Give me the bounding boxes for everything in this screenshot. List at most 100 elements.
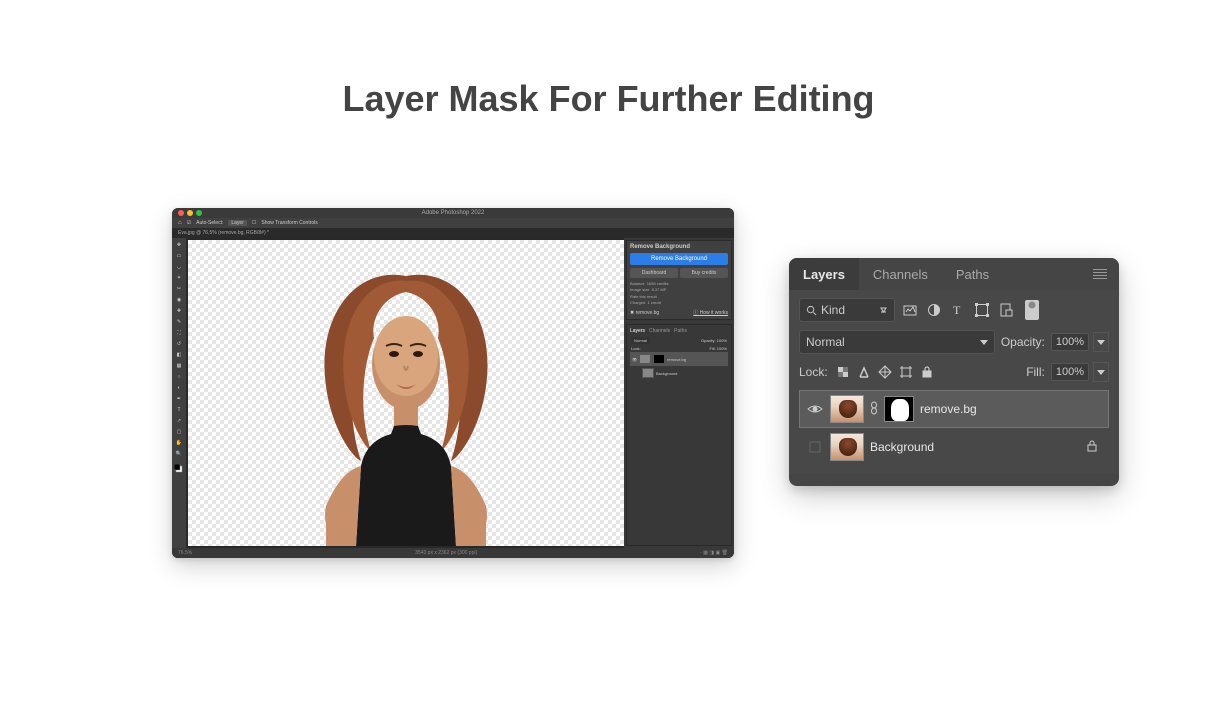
history-brush-tool[interactable]: ↺ — [174, 339, 184, 349]
minimize-button[interactable] — [187, 210, 193, 216]
canvas[interactable] — [188, 240, 624, 546]
blur-tool[interactable]: ○ — [174, 372, 184, 382]
stamp-tool[interactable]: ⛶ — [174, 328, 184, 338]
layers-mini-panel: Layers Channels Paths Normal Opacity: 10… — [626, 324, 732, 546]
close-button[interactable] — [178, 210, 184, 216]
filter-pixel-icon[interactable] — [901, 301, 919, 319]
layer-list: remove.bg Background — [799, 390, 1109, 466]
window-titlebar: Adobe Photoshop 2022 — [172, 208, 734, 218]
filter-type-icon[interactable]: T — [949, 301, 967, 319]
filter-adjustment-icon[interactable] — [925, 301, 943, 319]
visibility-toggle-off[interactable] — [806, 440, 824, 454]
fill-value[interactable]: 100% — [1051, 363, 1089, 381]
mini-blend-mode[interactable]: Normal — [631, 337, 650, 344]
mini-fill[interactable]: Fill: 100% — [709, 346, 727, 351]
subject-image — [266, 246, 546, 546]
zoom-level[interactable]: 76,5% — [178, 550, 192, 556]
layer-thumbnail[interactable] — [830, 395, 864, 423]
hand-tool[interactable]: ✋ — [174, 438, 184, 448]
maximize-button[interactable] — [196, 210, 202, 216]
lock-label: Lock: — [799, 365, 828, 379]
auto-select-dropdown[interactable]: Layer — [228, 220, 247, 226]
heal-tool[interactable]: ✚ — [174, 306, 184, 316]
pen-tool[interactable]: ✒ — [174, 394, 184, 404]
mini-layer-thumb-bg[interactable] — [642, 368, 654, 378]
layer-name[interactable]: remove.bg — [920, 402, 1102, 416]
dodge-tool[interactable]: ◐ — [174, 383, 184, 393]
home-icon[interactable]: ⌂ — [178, 220, 182, 226]
opacity-label: Opacity: — [1001, 335, 1045, 349]
document-tab[interactable]: Eva.jpg @ 76,5% (remove.bg, RGB/8#) * — [178, 230, 269, 236]
mini-tab-channels[interactable]: Channels — [649, 328, 670, 334]
document-dimensions: 3543 px x 2362 px (300 ppi) — [415, 550, 477, 556]
tab-channels[interactable]: Channels — [859, 258, 942, 290]
mini-layer-name-bg[interactable]: Background — [656, 371, 677, 376]
opacity-dropdown-icon[interactable] — [1093, 332, 1109, 352]
balance-label: Balance — [630, 281, 644, 286]
tab-layers[interactable]: Layers — [789, 258, 859, 290]
layer-mask-thumbnail[interactable] — [884, 396, 914, 422]
move-tool[interactable]: ✥ — [174, 240, 184, 250]
canvas-area — [186, 238, 624, 548]
color-swatch[interactable] — [174, 464, 184, 474]
lock-all-icon[interactable] — [918, 363, 936, 381]
dashboard-button[interactable]: Dashboard — [630, 268, 678, 278]
buy-credits-button[interactable]: Buy credits — [680, 268, 728, 278]
eraser-tool[interactable]: ◧ — [174, 350, 184, 360]
brush-tool[interactable]: ✎ — [174, 317, 184, 327]
path-tool[interactable]: ↗ — [174, 416, 184, 426]
lock-image-icon[interactable] — [855, 363, 873, 381]
gradient-tool[interactable]: ▦ — [174, 361, 184, 371]
auto-select-label: Auto-Select: — [196, 220, 223, 226]
layer-item-removebg[interactable]: remove.bg — [799, 390, 1109, 428]
image-size-value: 8.37 MP — [652, 287, 667, 292]
remove-bg-panel: Remove Background Remove Background Dash… — [626, 240, 732, 320]
mini-eye-icon[interactable]: 👁 — [632, 357, 637, 362]
mask-link-icon[interactable] — [870, 401, 878, 418]
mini-tab-paths[interactable]: Paths — [674, 328, 687, 334]
blend-mode-dropdown[interactable]: Normal — [799, 330, 995, 354]
visibility-toggle[interactable] — [806, 403, 824, 415]
shape-tool[interactable]: ▢ — [174, 427, 184, 437]
mini-mask-thumb[interactable] — [653, 354, 665, 364]
tab-paths[interactable]: Paths — [942, 258, 1003, 290]
panel-menu-icon[interactable] — [1089, 265, 1111, 283]
type-tool[interactable]: T — [174, 405, 184, 415]
mini-layer-thumb[interactable] — [639, 354, 651, 364]
crop-tool[interactable]: ✂ — [174, 284, 184, 294]
zoom-tool[interactable]: 🔍 — [174, 449, 184, 459]
filter-shape-icon[interactable] — [973, 301, 991, 319]
wand-tool[interactable]: ✶ — [174, 273, 184, 283]
layer-item-background[interactable]: Background — [799, 428, 1109, 466]
layer-filter-dropdown[interactable]: Kind — [799, 298, 895, 322]
opacity-value[interactable]: 100% — [1051, 333, 1089, 351]
filter-toggle[interactable] — [1025, 300, 1039, 320]
lock-transparency-icon[interactable] — [834, 363, 852, 381]
eyedropper-tool[interactable]: ◉ — [174, 295, 184, 305]
removebg-logo: ✖ remove.bg — [630, 310, 659, 316]
status-icons: ◦ ▦ ◨ ▣ 🗑 — [700, 550, 728, 556]
mini-opacity[interactable]: Opacity: 100% — [701, 338, 727, 343]
show-transform-checkbox[interactable]: ☐ — [252, 220, 256, 226]
how-it-works-link[interactable]: ⓘ How it works — [693, 309, 728, 316]
filter-smart-icon[interactable] — [997, 301, 1015, 319]
fill-label: Fill: — [1026, 365, 1045, 379]
lasso-tool[interactable]: ◡ — [174, 262, 184, 272]
page-title: Layer Mask For Further Editing — [0, 78, 1217, 120]
remove-background-button[interactable]: Remove Background — [630, 253, 728, 265]
marquee-tool[interactable]: ▭ — [174, 251, 184, 261]
mini-layer-name[interactable]: remove.bg — [667, 357, 686, 362]
lock-artboard-icon[interactable] — [897, 363, 915, 381]
auto-select-checkbox[interactable]: ☑ — [187, 220, 191, 226]
lock-position-icon[interactable] — [876, 363, 894, 381]
mini-tab-layers[interactable]: Layers — [630, 328, 645, 334]
layer-name-bg[interactable]: Background — [870, 440, 1080, 454]
svg-text:T: T — [953, 303, 961, 317]
layer-thumbnail-bg[interactable] — [830, 433, 864, 461]
show-transform-label: Show Transform Controls — [261, 220, 317, 226]
image-size-label: Image size — [630, 287, 649, 292]
fill-dropdown-icon[interactable] — [1093, 362, 1109, 382]
window-controls — [178, 210, 202, 216]
panel-title: Remove Background — [630, 244, 728, 250]
document-tabs: Eva.jpg @ 76,5% (remove.bg, RGB/8#) * — [172, 228, 734, 238]
